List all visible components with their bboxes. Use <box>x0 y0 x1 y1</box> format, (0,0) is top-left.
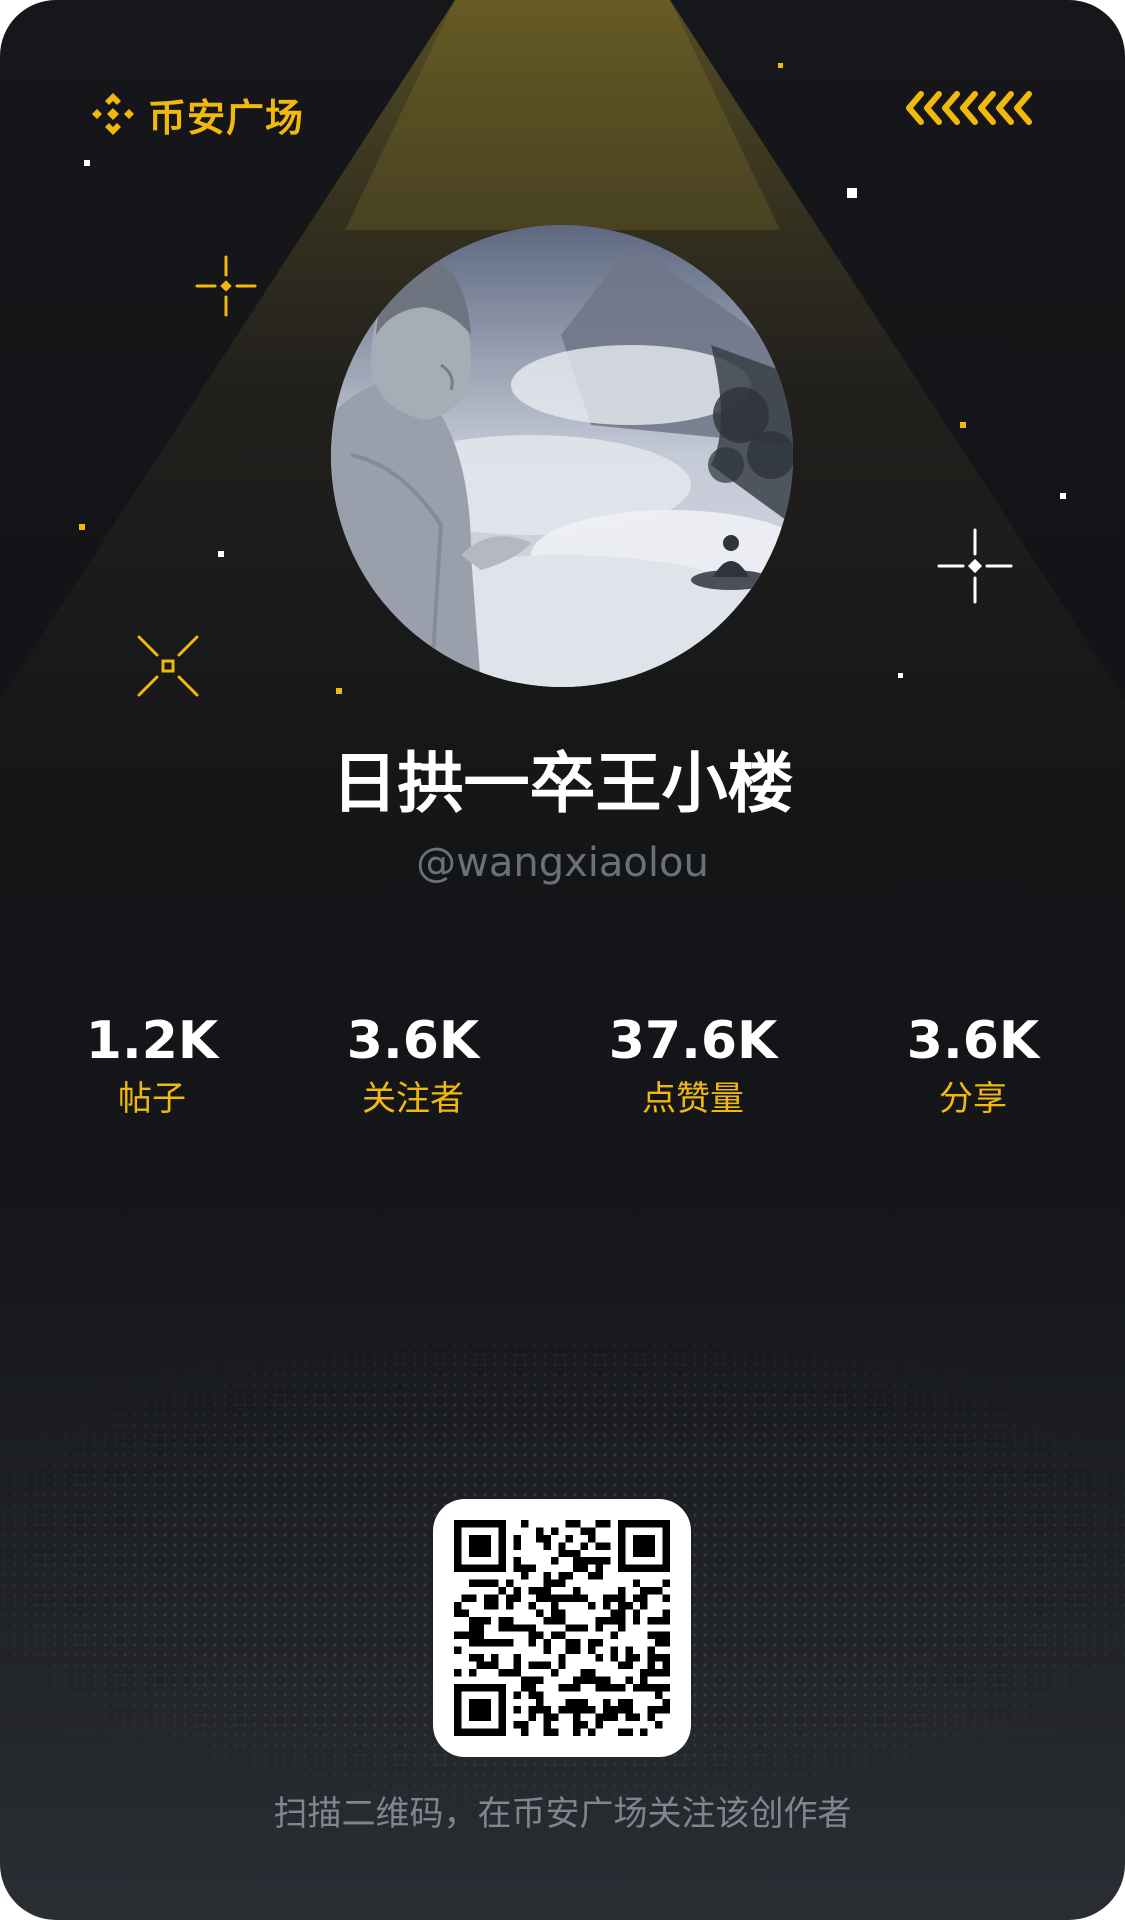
stat-label: 分享 <box>939 1079 1007 1119</box>
stat-label: 帖子 <box>118 1079 186 1119</box>
scan-instruction: 扫描二维码，在币安广场关注该创作者 <box>273 1794 852 1834</box>
brand-logo: 币安广场 <box>88 86 304 142</box>
qr-code-icon <box>454 1520 670 1736</box>
star-dot <box>847 188 857 198</box>
sparkle-burst-icon <box>137 635 199 697</box>
stat-value: 37.6K <box>608 1011 778 1071</box>
profile-share-card: 币安广场 日拱一卒王小楼 @wangxiaolou 1.2K 帖子 3.6K 关… <box>0 0 1125 1920</box>
star-dot <box>79 524 85 530</box>
stat-shares: 3.6K 分享 <box>843 1010 1103 1124</box>
star-dot <box>960 422 966 428</box>
binance-diamond-icon <box>92 93 134 135</box>
star-dot <box>1060 493 1066 499</box>
stat-value: 3.6K <box>906 1011 1040 1071</box>
stat-value: 3.6K <box>346 1011 480 1071</box>
buddha-statue-clouds-avatar <box>331 225 793 687</box>
sparkle-white-icon <box>937 528 1013 604</box>
star-dot <box>336 688 342 694</box>
sparkle-icon <box>195 255 257 317</box>
star-dot <box>84 160 90 166</box>
profile-handle: @wangxiaolou <box>416 840 709 886</box>
double-chevron-left-icon <box>906 91 1032 125</box>
stat-value: 1.2K <box>85 1011 219 1071</box>
stat-label: 点赞量 <box>642 1079 744 1119</box>
qr-code[interactable] <box>433 1499 691 1757</box>
avatar <box>331 225 793 687</box>
star-dot <box>778 63 783 68</box>
star-dot <box>898 673 903 678</box>
stat-label: 关注者 <box>362 1079 464 1119</box>
brand-name: 币安广场 <box>148 95 305 140</box>
profile-display-name: 日拱一卒王小楼 <box>331 745 794 822</box>
stat-likes: 37.6K 点赞量 <box>563 1010 823 1124</box>
star-dot <box>218 551 224 557</box>
stat-posts: 1.2K 帖子 <box>22 1010 282 1124</box>
stat-followers: 3.6K 关注者 <box>283 1010 543 1124</box>
